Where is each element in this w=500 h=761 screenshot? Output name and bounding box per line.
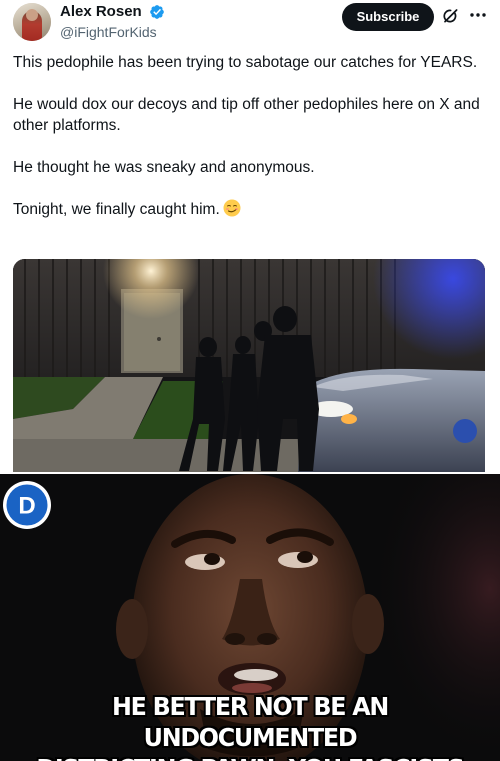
subscribe-button[interactable]: Subscribe: [342, 3, 434, 31]
tweet-photo[interactable]: [13, 259, 485, 472]
tweet-paragraph-text: Tonight, we finally caught him.: [13, 201, 220, 218]
author-display-name[interactable]: Alex Rosen: [60, 3, 142, 21]
tweet-paragraph: He thought he was sneaky and anonymous.: [13, 159, 315, 176]
democratic-party-logo-icon: D: [3, 481, 51, 529]
tweet-card: Alex Rosen @iFightForKids Subscribe This…: [0, 0, 500, 472]
meme-caption-line-1: HE BETTER NOT BE AN UNDOCUMENTED: [111, 692, 389, 752]
tweet-paragraph: He would dox our decoys and tip off othe…: [13, 96, 480, 134]
author-avatar[interactable]: [13, 3, 51, 41]
verified-badge-icon: [150, 5, 164, 19]
meme-caption-line-2: DISTRICTING PAWN, YOU FASCISTS: [8, 753, 493, 761]
dem-logo-letter: D: [18, 493, 35, 520]
meme-panel: D HE BETTER NOT BE AN UNDOCUMENTED DISTR…: [0, 474, 500, 761]
author-info: Alex Rosen @iFightForKids: [60, 3, 165, 41]
author-handle[interactable]: @iFightForKids: [60, 23, 165, 41]
meme-caption: HE BETTER NOT BE AN UNDOCUMENTED DISTRIC…: [8, 691, 493, 761]
tweet-paragraph: This pedophile has been trying to sabota…: [13, 54, 478, 71]
more-options-icon[interactable]: [467, 5, 489, 25]
tweet-paragraph-last: Tonight, we finally caught him.: [13, 199, 483, 220]
tweet-body: This pedophile has been trying to sabota…: [13, 52, 483, 241]
arrest-photo-illustration: [13, 259, 485, 472]
smirking-face-emoji-icon: [223, 199, 241, 217]
grok-icon[interactable]: [442, 7, 460, 25]
